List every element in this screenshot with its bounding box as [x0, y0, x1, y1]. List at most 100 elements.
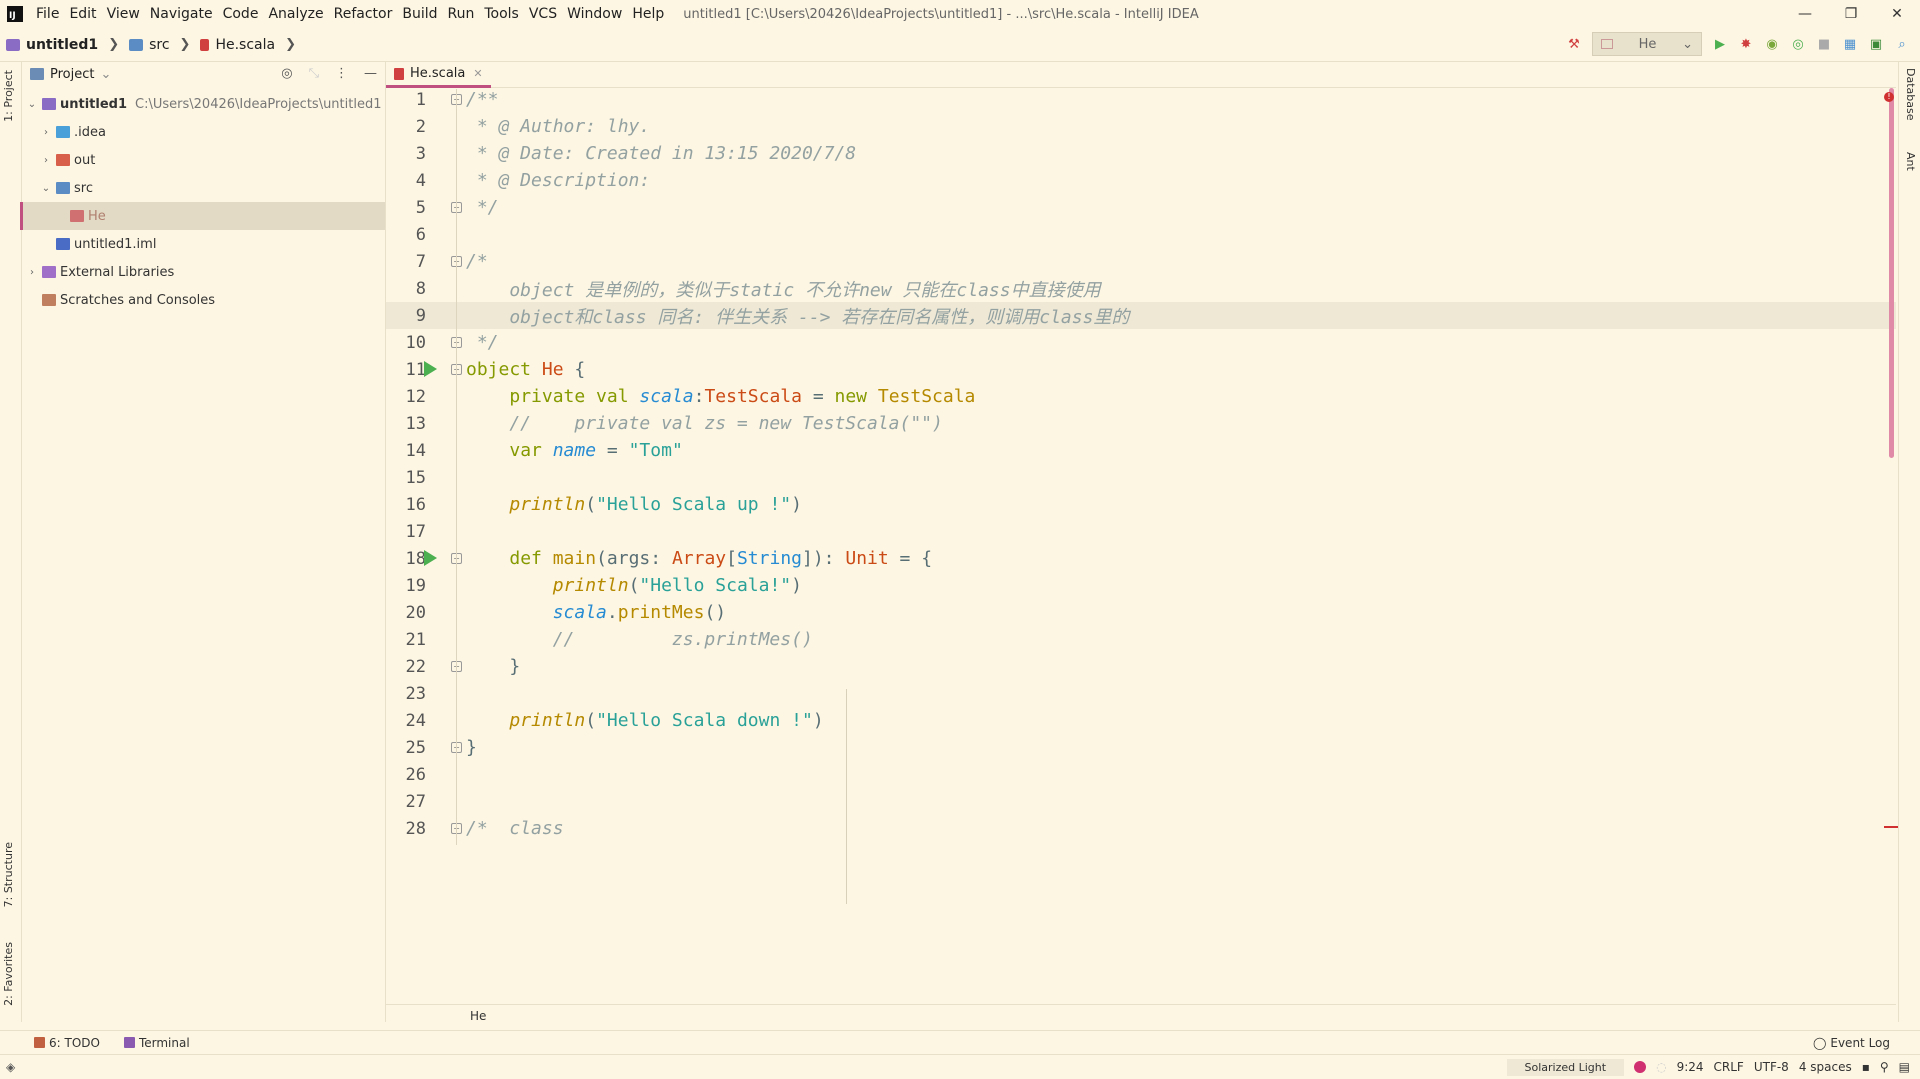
tab-favorites[interactable]: 2: Favorites	[2, 942, 15, 1006]
code-line[interactable]: 17	[386, 518, 1896, 545]
tab-terminal[interactable]: Terminal	[123, 1036, 190, 1050]
tree-item[interactable]: › .idea	[22, 118, 385, 146]
line-number[interactable]: 19	[386, 576, 426, 596]
code-line[interactable]: 25−}	[386, 734, 1896, 761]
code-line[interactable]: 20 scala.printMes()	[386, 599, 1896, 626]
code-line[interactable]: 19 println("Hello Scala!")	[386, 572, 1896, 599]
menu-file[interactable]: File	[31, 6, 64, 22]
event-log-button[interactable]: ◯ Event Log	[1813, 1036, 1890, 1050]
code-line[interactable]: 15	[386, 464, 1896, 491]
run-gutter-icon[interactable]	[424, 550, 437, 566]
caret-position[interactable]: 9:24	[1677, 1060, 1704, 1074]
chevron-right-icon[interactable]: ›	[26, 267, 38, 278]
tab-database[interactable]: Database	[1904, 68, 1917, 121]
chevron-right-icon[interactable]: ›	[40, 155, 52, 166]
lock-icon[interactable]: ▪	[1862, 1060, 1870, 1074]
line-number[interactable]: 7	[386, 252, 426, 272]
menu-code[interactable]: Code	[218, 6, 264, 22]
line-number[interactable]: 11	[386, 360, 426, 380]
line-number[interactable]: 28	[386, 819, 426, 839]
minimize-button[interactable]: —	[1782, 0, 1828, 28]
breadcrumb-src[interactable]: src	[129, 37, 170, 53]
code-line[interactable]: 14 var name = "Tom"	[386, 437, 1896, 464]
options-icon[interactable]: ⋮	[335, 66, 348, 81]
coverage-icon[interactable]: ◉	[1764, 36, 1780, 52]
chevron-down-icon[interactable]: ⌄	[40, 183, 52, 194]
git-icon[interactable]: ⚲	[1880, 1060, 1889, 1074]
close-icon[interactable]: ✕	[473, 67, 482, 80]
line-number[interactable]: 13	[386, 414, 426, 434]
run-config-select[interactable]: He ⌄	[1592, 32, 1702, 56]
locate-icon[interactable]: ◎	[281, 66, 292, 81]
project-structure-icon[interactable]: ▦	[1842, 36, 1858, 52]
close-button[interactable]: ✕	[1874, 0, 1920, 28]
tree-item[interactable]: › External Libraries	[22, 258, 385, 286]
code-line[interactable]: 2 * @ Author: lhy.	[386, 113, 1896, 140]
tab-ant[interactable]: Ant	[1904, 152, 1917, 171]
code-line[interactable]: 1−/**	[386, 89, 1896, 113]
tab-structure[interactable]: 7: Structure	[2, 842, 15, 907]
code-line[interactable]: 8 object 是单例的，类似于static 不允许new 只能在class中…	[386, 275, 1896, 302]
code-line[interactable]: 23	[386, 680, 1896, 707]
line-number[interactable]: 18	[386, 549, 426, 569]
layers-icon[interactable]: ◈	[6, 1060, 15, 1074]
line-number[interactable]: 6	[386, 225, 426, 245]
line-number[interactable]: 10	[386, 333, 426, 353]
line-number[interactable]: 4	[386, 171, 426, 191]
menu-vcs[interactable]: VCS	[524, 6, 562, 22]
breadcrumb-project[interactable]: untitled1	[6, 37, 98, 53]
line-separator[interactable]: CRLF	[1714, 1060, 1744, 1074]
tree-item[interactable]: ⌄ untitled1 C:\Users\20426\IdeaProjects\un…	[22, 90, 385, 118]
line-number[interactable]: 15	[386, 468, 426, 488]
file-encoding[interactable]: UTF-8	[1754, 1060, 1789, 1074]
line-number[interactable]: 27	[386, 792, 426, 812]
line-number[interactable]: 23	[386, 684, 426, 704]
line-number[interactable]: 14	[386, 441, 426, 461]
tree-item[interactable]: Scratches and Consoles	[22, 286, 385, 314]
run-icon[interactable]: ▶	[1712, 36, 1728, 52]
tree-item[interactable]: He	[20, 202, 385, 230]
line-number[interactable]: 16	[386, 495, 426, 515]
tree-item[interactable]: untitled1.iml	[22, 230, 385, 258]
code-line[interactable]: 4 * @ Description:	[386, 167, 1896, 194]
hide-icon[interactable]: —	[364, 66, 377, 81]
code-line[interactable]: 12 private val scala:TestScala = new Tes…	[386, 383, 1896, 410]
line-number[interactable]: 25	[386, 738, 426, 758]
code-line[interactable]: 26	[386, 761, 1896, 788]
tab-he-scala[interactable]: He.scala ✕	[386, 62, 491, 88]
restore-button[interactable]: ❐	[1828, 0, 1874, 28]
line-number[interactable]: 9	[386, 306, 426, 326]
line-number[interactable]: 17	[386, 522, 426, 542]
code-line[interactable]: 27	[386, 788, 1896, 815]
menu-refactor[interactable]: Refactor	[329, 6, 398, 22]
terminal-icon[interactable]: ▣	[1868, 36, 1884, 52]
line-number[interactable]: 22	[386, 657, 426, 677]
code-line[interactable]: 5− */	[386, 194, 1896, 221]
line-number[interactable]: 12	[386, 387, 426, 407]
indent-setting[interactable]: 4 spaces	[1799, 1060, 1852, 1074]
code-line[interactable]: 13 // private val zs = new TestScala("")	[386, 410, 1896, 437]
code-line[interactable]: 6	[386, 221, 1896, 248]
menu-view[interactable]: View	[102, 6, 145, 22]
memory-indicator-icon[interactable]: ▤	[1899, 1060, 1910, 1074]
menu-analyze[interactable]: Analyze	[263, 6, 328, 22]
code-line[interactable]: 10− */	[386, 329, 1896, 356]
menu-tools[interactable]: Tools	[479, 6, 524, 22]
line-number[interactable]: 1	[386, 90, 426, 110]
line-number[interactable]: 5	[386, 198, 426, 218]
code-line[interactable]: 16 println("Hello Scala up !")	[386, 491, 1896, 518]
line-number[interactable]: 2	[386, 117, 426, 137]
line-number[interactable]: 8	[386, 279, 426, 299]
tab-project[interactable]: 1: Project	[2, 70, 15, 122]
line-number[interactable]: 26	[386, 765, 426, 785]
tree-item[interactable]: ⌄ src	[22, 174, 385, 202]
stop-icon[interactable]: ■	[1816, 36, 1832, 52]
menu-navigate[interactable]: Navigate	[145, 6, 218, 22]
line-number[interactable]: 20	[386, 603, 426, 623]
run-gutter-icon[interactable]	[424, 361, 437, 377]
collapse-icon[interactable]: ⤡	[309, 66, 319, 81]
menu-edit[interactable]: Edit	[64, 6, 101, 22]
code-line[interactable]: 24 println("Hello Scala down !")	[386, 707, 1896, 734]
code-line[interactable]: 28−/* class	[386, 815, 1896, 842]
debug-icon[interactable]: ✸	[1738, 36, 1754, 52]
